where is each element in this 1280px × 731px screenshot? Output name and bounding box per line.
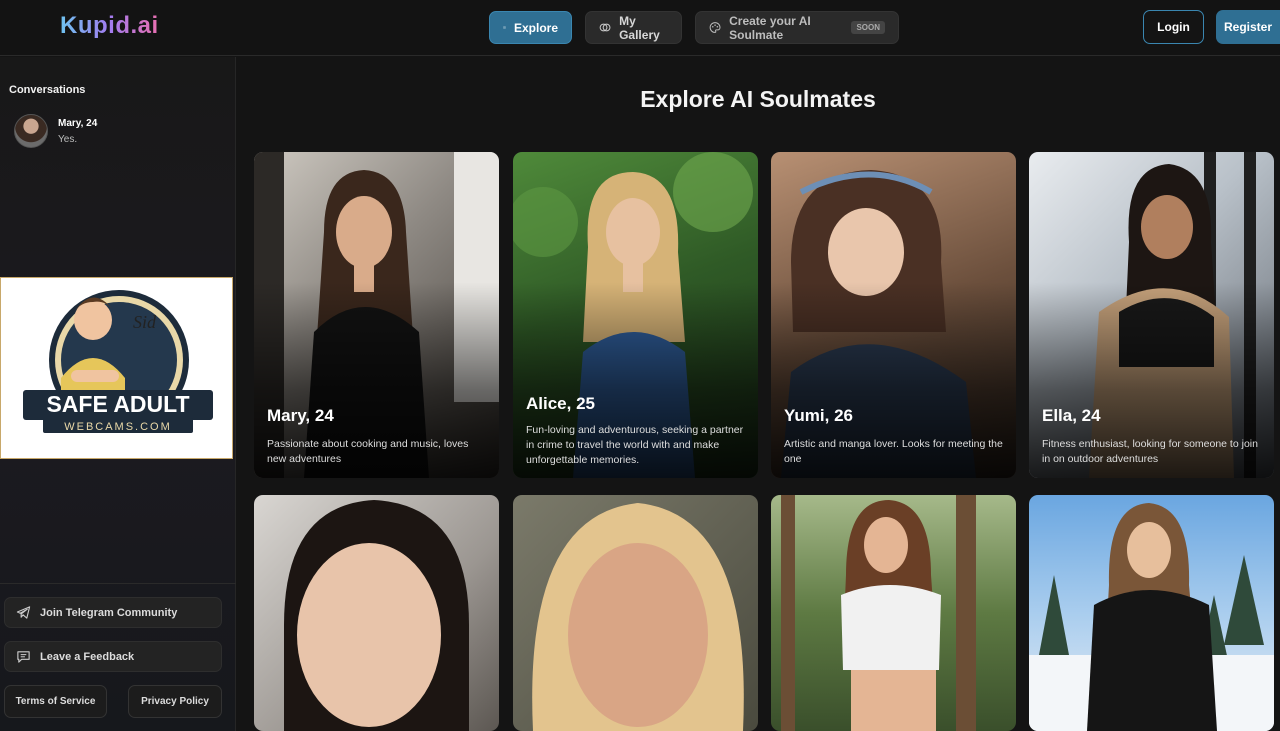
feedback-button[interactable]: Leave a Feedback — [4, 641, 222, 672]
avatar — [14, 114, 48, 148]
soulmate-card[interactable] — [254, 495, 499, 731]
card-description: Passionate about cooking and music, love… — [267, 438, 469, 465]
nav-gallery-button[interactable]: My Gallery — [585, 11, 682, 44]
conversations-heading: Conversations — [9, 84, 86, 96]
soulmate-card[interactable]: Mary, 24 Passionate about cooking and mu… — [254, 152, 499, 478]
sidebar-divider — [0, 583, 236, 584]
login-button[interactable]: Login — [1143, 10, 1204, 44]
card-description: Artistic and manga lover. Looks for meet… — [784, 438, 1003, 465]
telegram-label: Join Telegram Community — [40, 606, 178, 619]
soulmate-card[interactable] — [1029, 495, 1274, 731]
soulmate-card[interactable]: Ella, 24 Fitness enthusiast, looking for… — [1029, 152, 1274, 478]
card-description: Fitness enthusiast, looking for someone … — [1042, 438, 1258, 465]
portrait-image — [1029, 503, 1274, 731]
soulmate-card[interactable] — [513, 495, 758, 731]
feedback-label: Leave a Feedback — [40, 650, 135, 663]
terms-of-service-link[interactable]: Terms of Service — [4, 685, 107, 718]
nav-create-label: Create your AI Soulmate — [729, 13, 811, 42]
conversation-item[interactable]: Mary, 24 Yes. — [14, 114, 224, 152]
card-name: Alice, 25 — [526, 394, 595, 413]
palette-icon — [709, 22, 721, 33]
card-name: Yumi, 26 — [784, 406, 853, 425]
sponsor-signature: Sid — [133, 312, 157, 332]
telegram-button[interactable]: Join Telegram Community — [4, 597, 222, 628]
portrait-image — [532, 503, 744, 731]
nav-gallery-label: My Gallery — [619, 13, 660, 42]
nav-explore-button[interactable]: Explore — [489, 11, 572, 44]
sponsor-logo: Sid SAFE ADULT WEBCAMS.COM — [23, 290, 213, 433]
card-name: Mary, 24 — [267, 406, 334, 425]
sponsor-banner[interactable]: Sid SAFE ADULT WEBCAMS.COM — [0, 277, 233, 459]
soulmate-card[interactable]: Yumi, 26 Artistic and manga lover. Looks… — [771, 152, 1016, 478]
soulmate-card[interactable] — [771, 495, 1016, 731]
nav-explore-label: Explore — [513, 20, 558, 35]
portrait-image — [781, 495, 976, 731]
card-description: Fun-loving and adventurous, seeking a pa… — [526, 424, 744, 466]
compass-icon — [503, 26, 506, 29]
top-header: Kupid.ai Explore My Gallery Create your … — [0, 0, 1280, 56]
register-button[interactable]: Register — [1216, 10, 1280, 44]
privacy-policy-link[interactable]: Privacy Policy — [128, 685, 222, 718]
chat-bubble-icon — [17, 651, 30, 663]
soulmate-card[interactable]: Alice, 25 Fun-loving and adventurous, se… — [513, 152, 758, 478]
page-title: Explore AI Soulmates — [640, 86, 876, 112]
portrait-image — [284, 500, 469, 731]
gallery-icon — [599, 23, 611, 32]
soon-badge: SOON — [851, 21, 885, 34]
sponsor-brand-sub: WEBCAMS.COM — [64, 421, 172, 433]
conversation-name: Mary, 24 — [58, 118, 98, 129]
telegram-icon — [16, 606, 31, 619]
card-name: Ella, 24 — [1042, 406, 1101, 425]
nav-create-button[interactable]: Create your AI Soulmate SOON — [695, 11, 899, 44]
logo[interactable]: Kupid.ai — [60, 12, 159, 40]
sponsor-brand: SAFE ADULT — [46, 391, 189, 417]
conversation-last-message: Yes. — [58, 134, 78, 145]
